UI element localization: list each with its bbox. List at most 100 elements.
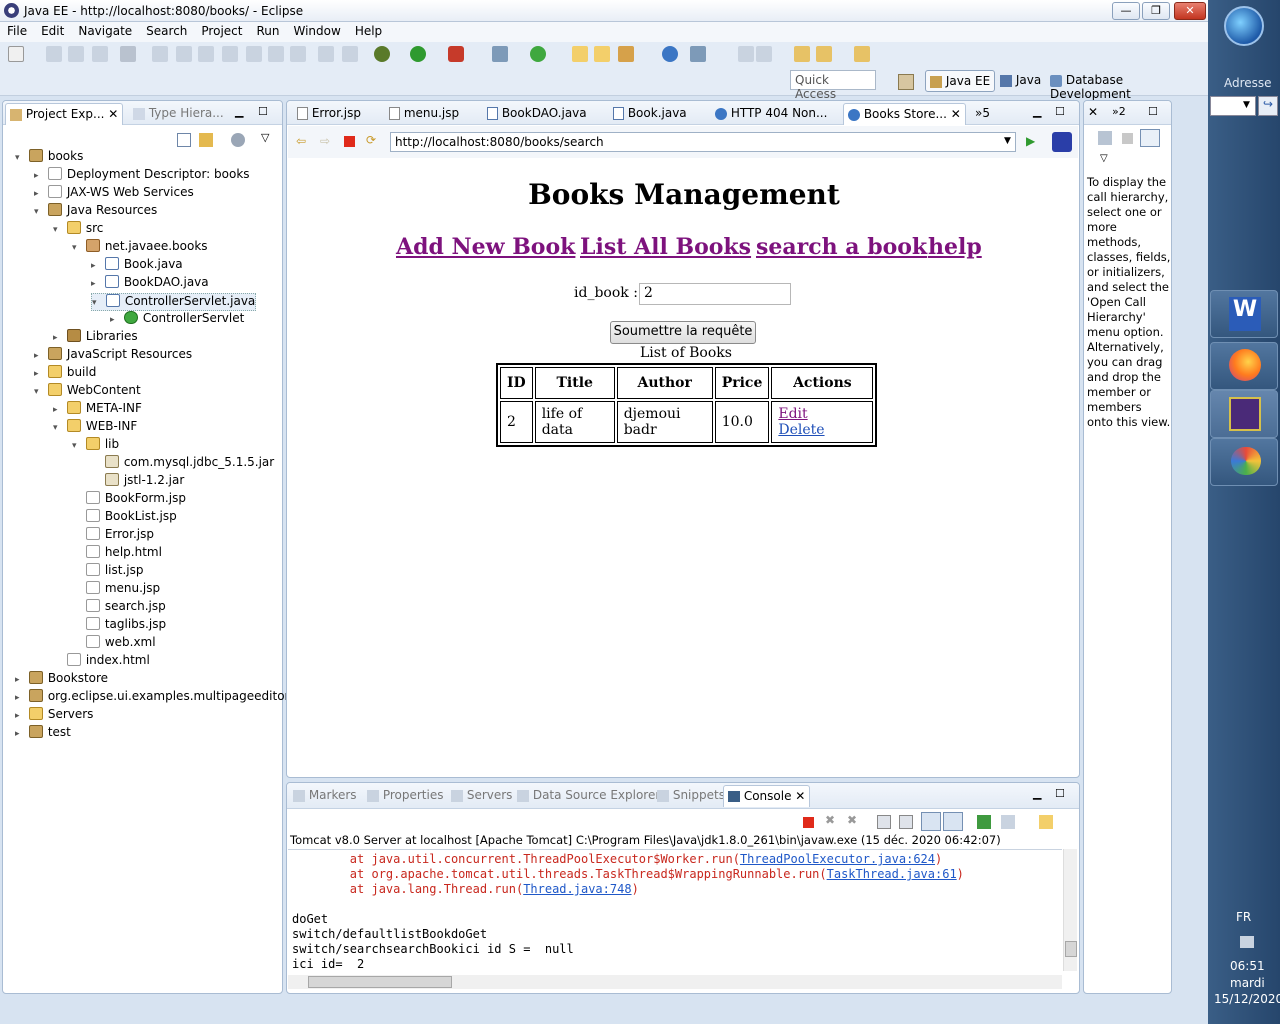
run-icon[interactable] xyxy=(410,46,426,62)
editor-overflow-button[interactable]: »5 xyxy=(971,103,994,125)
print-icon[interactable] xyxy=(92,46,108,62)
save-icon[interactable] xyxy=(46,46,62,62)
tree-item[interactable]: ▸ BookDAO.java xyxy=(91,275,209,293)
new-icon[interactable] xyxy=(8,46,24,62)
collapsed-icon[interactable]: ▸ xyxy=(15,675,25,685)
menu-window[interactable]: Window xyxy=(286,22,347,38)
pin-icon[interactable] xyxy=(120,46,136,62)
tree-item[interactable]: ▸ META-INF xyxy=(53,401,142,419)
tree-item[interactable]: ▾ WebContent xyxy=(34,383,141,401)
menu-project[interactable]: Project xyxy=(194,22,249,38)
link-add-new-book[interactable]: Add New Book xyxy=(396,234,575,260)
prev-annotation-icon[interactable] xyxy=(756,46,772,62)
tab-data-source-explorer[interactable]: Data Source Explorer xyxy=(513,785,664,807)
tab-markers[interactable]: Markers xyxy=(289,785,361,807)
tree-item[interactable]: ▸ test xyxy=(15,725,71,743)
go-icon[interactable]: ▶ xyxy=(1026,134,1035,148)
perspective-java-ee[interactable]: Java EE xyxy=(925,70,996,92)
tab-book-java[interactable]: Book.java xyxy=(609,103,691,125)
new-server-icon[interactable] xyxy=(492,46,508,62)
tree-item[interactable]: ▾ ControllerServlet.java xyxy=(91,293,257,311)
save-all-icon[interactable] xyxy=(68,46,84,62)
tree-item[interactable]: list.jsp xyxy=(72,563,143,581)
expanded-icon[interactable]: ▾ xyxy=(72,441,82,451)
tree-item[interactable]: ▾ WEB-INF xyxy=(53,419,137,437)
scroll-lock-icon[interactable] xyxy=(899,815,913,829)
url-dropdown-icon[interactable]: ▼ xyxy=(1004,136,1011,146)
display-console-icon[interactable] xyxy=(1001,815,1015,829)
tab-http-404[interactable]: HTTP 404 Non... xyxy=(711,103,831,125)
tab-properties[interactable]: Properties xyxy=(363,785,447,807)
minimize-button[interactable]: — xyxy=(1112,2,1140,20)
terminate-icon[interactable] xyxy=(198,46,214,62)
close-icon[interactable]: ✕ xyxy=(108,107,118,121)
tree-item[interactable]: web.xml xyxy=(72,635,156,653)
collapse-all-icon[interactable] xyxy=(177,133,191,147)
last-edit-icon[interactable] xyxy=(690,46,706,62)
link-editor-icon[interactable] xyxy=(199,133,213,147)
pen-icon[interactable] xyxy=(618,46,634,62)
back-nav-icon[interactable] xyxy=(816,46,832,62)
caller-mode-icon[interactable] xyxy=(1140,129,1160,147)
filter-icon[interactable] xyxy=(231,133,245,147)
id-book-input[interactable]: 2 xyxy=(639,283,791,305)
tree-item[interactable]: help.html xyxy=(72,545,162,563)
annotation-icon[interactable] xyxy=(738,46,754,62)
collapsed-icon[interactable]: ▸ xyxy=(53,333,63,343)
scroll-thumb[interactable] xyxy=(308,976,452,988)
minimize-view-icon[interactable]: ▁ xyxy=(1033,787,1041,800)
collapsed-icon[interactable]: ▸ xyxy=(15,711,25,721)
menu-navigate[interactable]: Navigate xyxy=(71,22,139,38)
tree-item[interactable]: BookList.jsp xyxy=(72,509,177,527)
expanded-icon[interactable]: ▾ xyxy=(72,243,82,253)
expanded-icon[interactable]: ▾ xyxy=(53,225,63,235)
tab-project-explorer[interactable]: Project Exp... ✕ xyxy=(5,103,124,125)
delete-link[interactable]: Delete xyxy=(778,422,824,438)
globe-icon[interactable] xyxy=(662,46,678,62)
maximize-view-icon[interactable]: ☐ xyxy=(1055,787,1065,800)
menu-search[interactable]: Search xyxy=(139,22,194,38)
tree-item[interactable]: ▸ JavaScript Resources xyxy=(34,347,192,365)
scroll-thumb[interactable] xyxy=(1065,941,1077,957)
edit-link[interactable]: Edit xyxy=(778,406,807,422)
open-task-icon[interactable] xyxy=(594,46,610,62)
tree-item[interactable]: ▸ Book.java xyxy=(91,257,183,275)
stacktrace-link[interactable]: Thread.java:748 xyxy=(523,882,631,896)
expanded-icon[interactable]: ▾ xyxy=(34,387,44,397)
close-button[interactable]: ✕ xyxy=(1174,2,1206,20)
start-button-icon[interactable] xyxy=(1224,6,1264,46)
minimize-view-icon[interactable]: ▁ xyxy=(235,105,243,118)
word-taskbar-button[interactable]: W xyxy=(1210,290,1278,338)
maximize-view-icon[interactable]: ☐ xyxy=(1148,105,1158,118)
refresh-icon[interactable]: ⟳ xyxy=(366,133,376,147)
tree-item[interactable]: ▸ org.eclipse.ui.examples.multipageedito… xyxy=(15,689,289,707)
close-icon[interactable]: ✕ xyxy=(951,107,961,121)
pin-console-icon[interactable] xyxy=(977,815,991,829)
perspective-java[interactable]: Java xyxy=(996,70,1045,92)
step-into-icon[interactable] xyxy=(246,46,262,62)
open-type-icon[interactable] xyxy=(572,46,588,62)
tab-bookdao-java[interactable]: BookDAO.java xyxy=(483,103,591,125)
menu-help[interactable]: Help xyxy=(348,22,389,38)
tree-item[interactable]: ▾ src xyxy=(53,221,103,239)
show-stdout-icon[interactable] xyxy=(921,812,941,831)
maximize-view-icon[interactable]: ☐ xyxy=(1055,105,1065,118)
tree-item[interactable]: search.jsp xyxy=(72,599,166,617)
view-menu-icon[interactable]: ▽ xyxy=(1100,153,1108,164)
tree-item[interactable]: ▾ Java Resources xyxy=(34,203,157,221)
open-console-icon[interactable] xyxy=(1039,815,1053,829)
new-class-icon[interactable] xyxy=(530,46,546,62)
terminate-icon[interactable] xyxy=(803,817,814,828)
eclipse-browser-icon[interactable] xyxy=(1052,132,1072,152)
collapsed-icon[interactable]: ▸ xyxy=(34,369,44,379)
show-stderr-icon[interactable] xyxy=(943,812,963,831)
back-icon[interactable]: ⇦ xyxy=(296,134,306,148)
refresh-hierarchy-icon[interactable] xyxy=(1098,131,1112,145)
url-input[interactable]: http://localhost:8080/books/search xyxy=(390,132,1016,152)
tab-console[interactable]: Console ✕ xyxy=(723,785,811,807)
tab-books-store[interactable]: Books Store... ✕ xyxy=(843,103,966,125)
step-icon[interactable] xyxy=(152,46,168,62)
network-icon[interactable] xyxy=(1240,936,1254,948)
collapsed-icon[interactable]: ▸ xyxy=(110,315,120,325)
forward-icon[interactable]: ⇨ xyxy=(320,134,330,148)
